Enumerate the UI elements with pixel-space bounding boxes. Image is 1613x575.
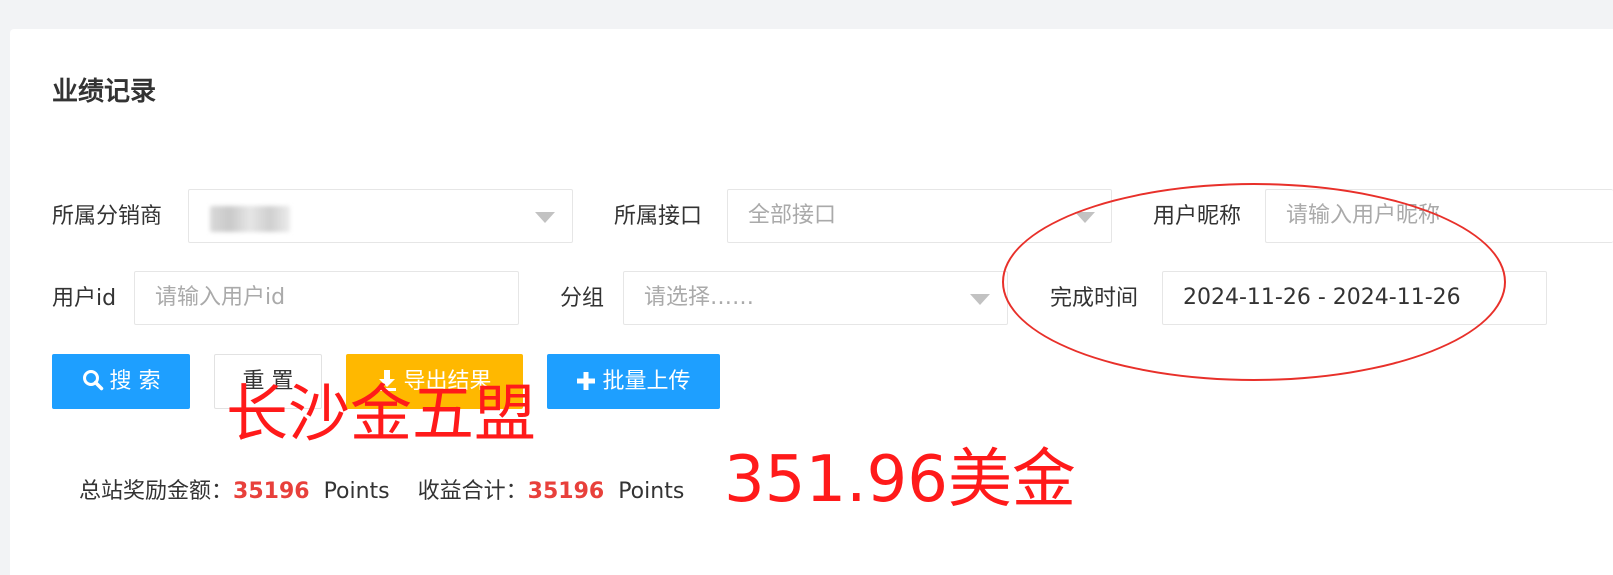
income-value: 35196 <box>527 479 605 504</box>
plus-icon <box>577 372 596 390</box>
total-reward-unit: Points <box>323 479 390 504</box>
group-select[interactable]: 请选择…… <box>623 271 1008 325</box>
income-label: 收益合计： <box>417 479 528 504</box>
total-reward-label: 总站奖励金额： <box>79 479 234 504</box>
annotation-text-1: 长沙金五盟 <box>226 377 537 450</box>
annotation-ellipse <box>1002 183 1506 381</box>
search-button[interactable]: 搜 索 <box>52 354 190 409</box>
distributor-value-redacted <box>210 206 290 232</box>
annotation-text-2: 351.96美金 <box>724 443 1076 517</box>
page-title: 业绩记录 <box>52 77 157 107</box>
group-label: 分组 <box>560 286 605 311</box>
interface-label: 所属接口 <box>614 204 703 229</box>
stats-line: 总站奖励金额：35196 Points 收益合计：35196 Points <box>79 477 684 507</box>
user-id-input[interactable]: 请输入用户id <box>134 271 519 325</box>
income-unit: Points <box>618 479 685 504</box>
distributor-label: 所属分销商 <box>52 204 163 229</box>
search-button-label: 搜 索 <box>109 369 161 394</box>
user-id-label: 用户id <box>52 286 117 311</box>
total-reward-value: 35196 <box>233 479 310 504</box>
chevron-down-icon[interactable] <box>535 212 555 223</box>
batch-upload-button[interactable]: 批量上传 <box>547 354 720 409</box>
search-icon <box>82 370 103 391</box>
chevron-down-icon[interactable] <box>970 294 990 305</box>
batch-upload-button-label: 批量上传 <box>602 369 691 394</box>
